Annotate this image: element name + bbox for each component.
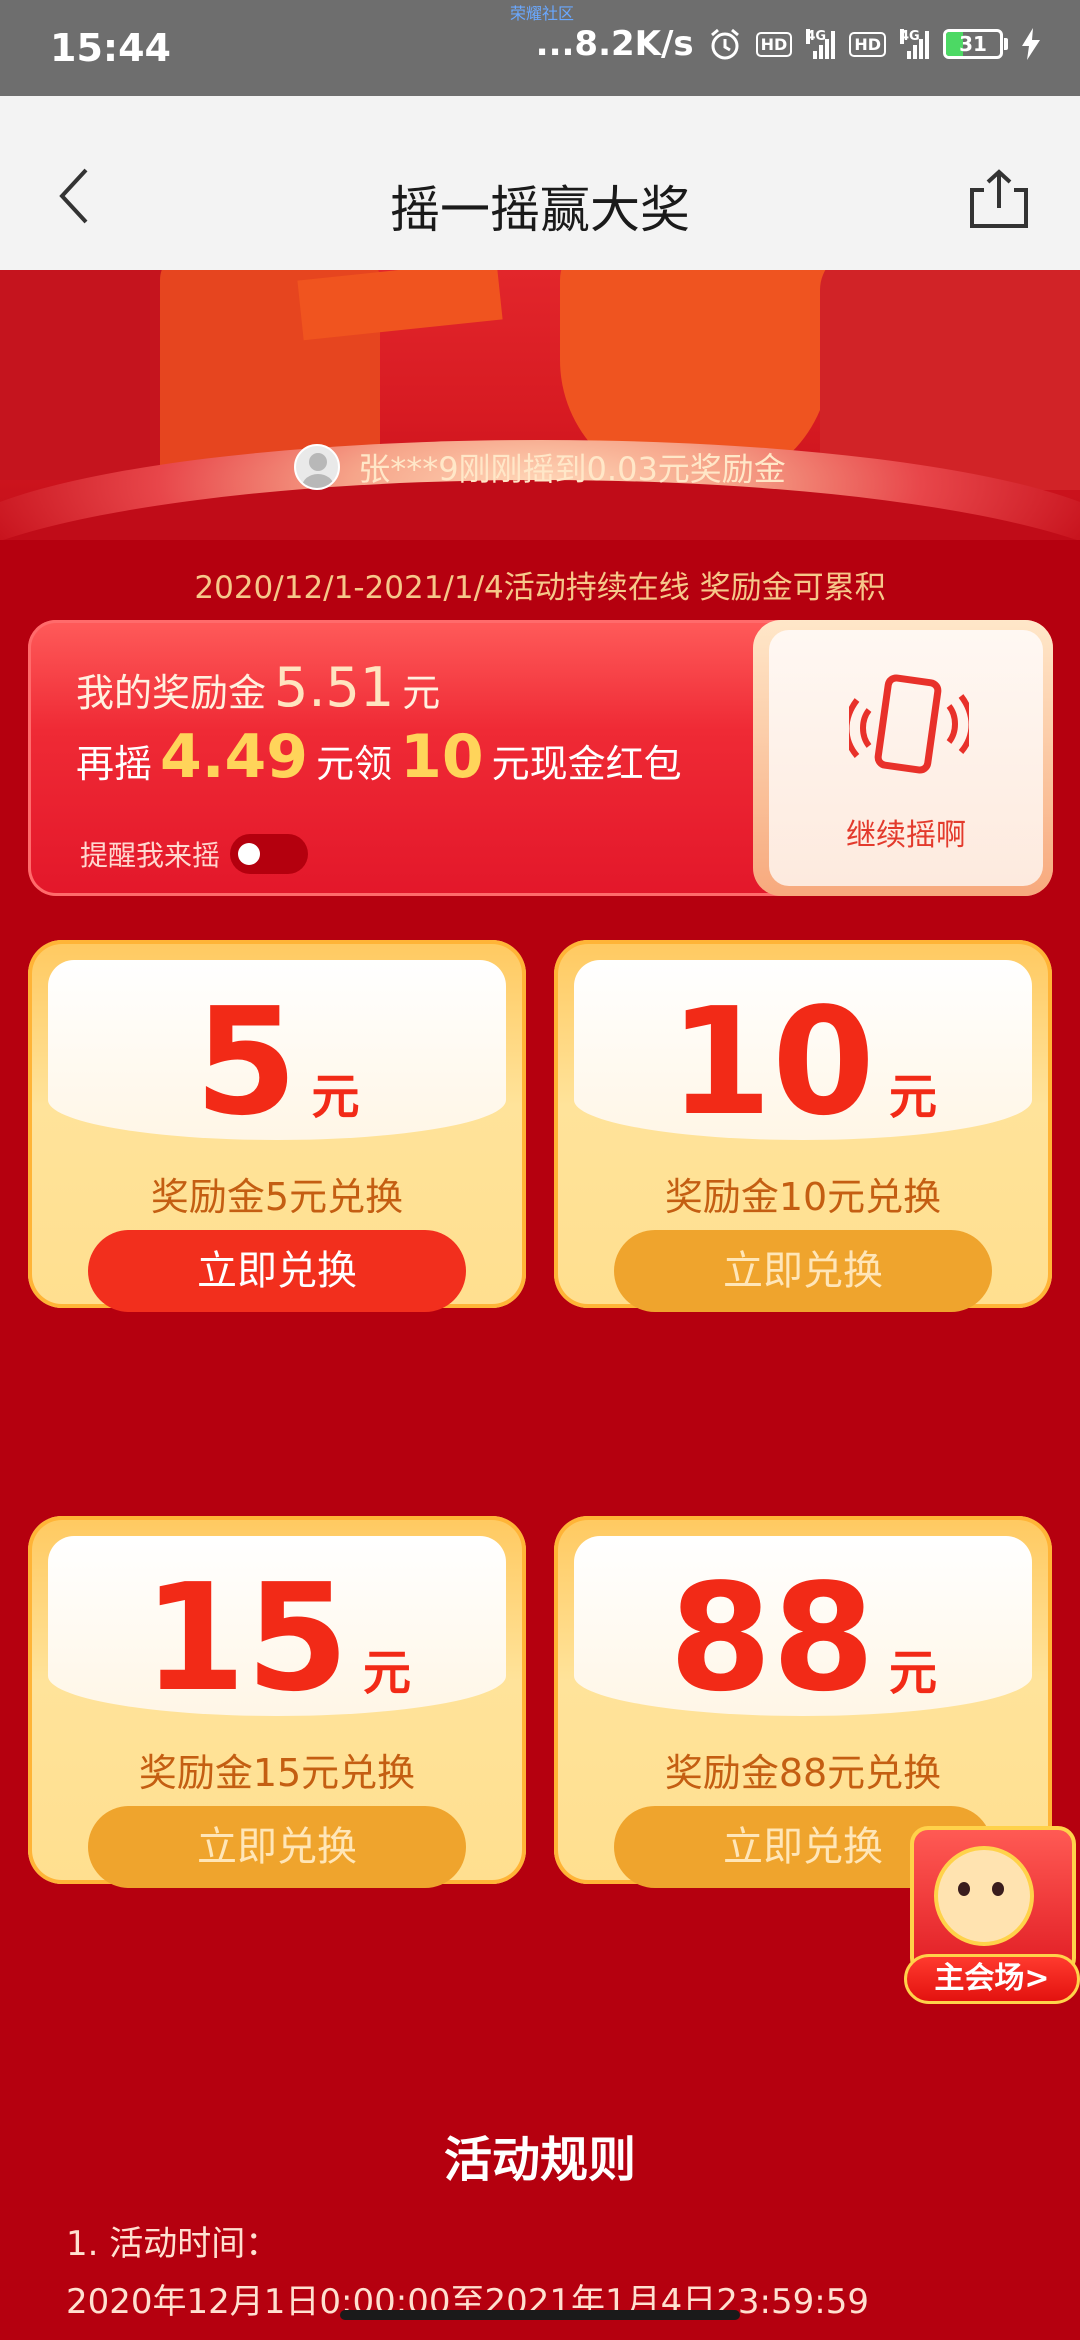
rules-title: 活动规则 bbox=[443, 2132, 636, 2188]
hd-icon: HD bbox=[755, 31, 793, 57]
charging-icon bbox=[1022, 28, 1040, 60]
amount-number: 88 bbox=[669, 1552, 875, 1724]
avatar bbox=[294, 444, 341, 490]
exchange-desc: 奖励金10元兑换 bbox=[664, 1175, 942, 1219]
amount-unit: 元 bbox=[888, 1069, 937, 1125]
remind-label: 提醒我来摇 bbox=[80, 839, 221, 872]
remind-row: 提醒我来摇 bbox=[80, 834, 309, 874]
amount-unit: 元 bbox=[311, 1069, 360, 1125]
exchange-amount: 88 元 bbox=[554, 1564, 1052, 1712]
status-bar: 15:44 荣耀社区 ...8.2K/s HD 4G HD 4G 31 bbox=[0, 0, 1080, 96]
goal-middle: 元领 bbox=[316, 742, 393, 786]
exchange-card-5: 5元 奖励金5元兑换 立即兑换 bbox=[28, 940, 526, 1312]
share-icon bbox=[970, 169, 1028, 228]
network-type: 4G bbox=[806, 29, 827, 44]
my-reward-label: 我的奖励金 bbox=[76, 671, 267, 715]
amount-number: 5 bbox=[194, 976, 298, 1148]
goal-suffix: 元现金红包 bbox=[491, 742, 682, 786]
goal-prefix: 再摇 bbox=[76, 742, 153, 786]
exchange-amount: 15 元 bbox=[28, 1564, 526, 1712]
main-venue-badge[interactable]: 主会场> bbox=[904, 1826, 1080, 2016]
activity-period: 2020/12/1-2021/1/4活动持续在线 奖励金可累积 bbox=[194, 570, 886, 606]
exchange-button[interactable]: 立即兑换 bbox=[614, 1230, 992, 1312]
my-reward-amount: 5.51 bbox=[274, 656, 395, 719]
amount-number: 15 bbox=[143, 1552, 349, 1724]
signal-icon: 4G bbox=[806, 29, 836, 59]
my-reward-unit: 元 bbox=[402, 671, 441, 715]
exchange-card-10: 10 元 奖励金10元兑换 立即兑换 bbox=[554, 940, 1052, 1312]
status-app-label: 荣耀社区 bbox=[510, 4, 575, 23]
battery-icon: 31 bbox=[943, 29, 1008, 59]
hd-icon-2: HD bbox=[849, 31, 886, 57]
amount-number: 10 bbox=[669, 976, 875, 1148]
amount-unit: 元 bbox=[888, 1645, 937, 1701]
exchange-amount: 5元 bbox=[28, 988, 526, 1136]
exchange-amount: 10 元 bbox=[554, 988, 1052, 1136]
winner-text: 张***9刚刚摇到0.03元奖励金 bbox=[358, 450, 786, 488]
target-amount: 10 bbox=[400, 722, 484, 792]
status-icons: ...8.2K/s HD 4G HD 4G 31 bbox=[536, 24, 1040, 64]
home-indicator[interactable] bbox=[340, 2310, 740, 2320]
main-venue-label: 主会场> bbox=[904, 1954, 1080, 2004]
remaining-amount: 4.49 bbox=[160, 722, 309, 792]
banner-illustration bbox=[0, 270, 1080, 540]
page-title: 摇一摇赢大奖 bbox=[390, 181, 690, 239]
phone-shake-icon bbox=[849, 674, 969, 774]
continue-shake-button[interactable]: 继续摇啊 bbox=[753, 620, 1053, 896]
continue-shake-label: 继续摇啊 bbox=[846, 818, 966, 853]
network-type-2: 4G bbox=[900, 29, 920, 44]
goal-line: 再摇 4.49 元领 10 元现金红包 bbox=[76, 722, 682, 792]
amount-unit: 元 bbox=[362, 1645, 411, 1701]
exchange-desc: 奖励金88元兑换 bbox=[664, 1751, 942, 1795]
exchange-desc: 奖励金5元兑换 bbox=[150, 1175, 404, 1219]
alarm-icon bbox=[708, 27, 742, 61]
exchange-card-15: 15 元 奖励金15元兑换 立即兑换 bbox=[28, 1516, 526, 1888]
battery-level: 31 bbox=[959, 32, 987, 56]
exchange-button[interactable]: 立即兑换 bbox=[88, 1230, 466, 1312]
my-reward-line: 我的奖励金 5.51 元 bbox=[76, 656, 440, 719]
reward-card: 我的奖励金 5.51 元 再摇 4.49 元领 10 元现金红包 提醒我来摇 继续摇啊 bbox=[28, 620, 1053, 896]
mascot-icon bbox=[934, 1846, 1034, 1946]
rule-item: 1. 活动时间： bbox=[66, 2224, 280, 2264]
nav-header: 摇一摇赢大奖 bbox=[0, 96, 1080, 270]
exchange-button[interactable]: 立即兑换 bbox=[88, 1806, 466, 1888]
status-time: 15:44 bbox=[50, 26, 171, 70]
remind-toggle[interactable] bbox=[230, 834, 309, 874]
exchange-desc: 奖励金15元兑换 bbox=[138, 1751, 416, 1795]
share-button[interactable] bbox=[966, 168, 1032, 230]
winner-ticker: 张***9刚刚摇到0.03元奖励金 bbox=[0, 444, 1080, 490]
net-speed: ...8.2K/s bbox=[535, 24, 694, 64]
signal-icon-2: 4G bbox=[900, 29, 929, 59]
